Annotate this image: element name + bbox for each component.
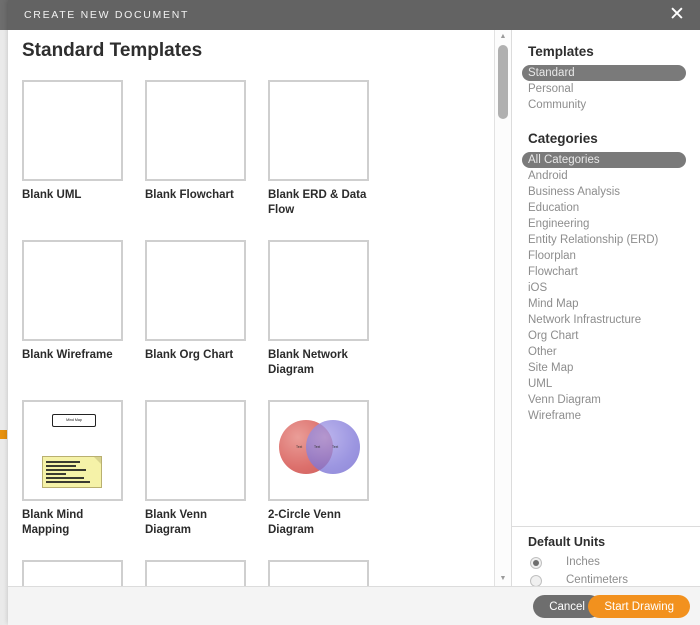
- template-card[interactable]: Mind Map Blank Mind Mapping: [22, 400, 123, 538]
- template-card[interactable]: Blank Flowchart: [145, 80, 246, 203]
- default-units-section: Default Units Inches Centimeters: [512, 527, 700, 587]
- sticky-note-text-line: [46, 473, 66, 475]
- category-other[interactable]: Other: [512, 344, 700, 360]
- sticky-note-text-line: [46, 469, 86, 471]
- template-label: Blank Org Chart: [145, 349, 234, 361]
- template-thumbnail[interactable]: [22, 80, 123, 181]
- template-source-personal[interactable]: Personal: [512, 81, 700, 97]
- template-source-community[interactable]: Community: [512, 97, 700, 113]
- default-units-title: Default Units: [528, 535, 606, 549]
- category-floorplan[interactable]: Floorplan: [512, 248, 700, 264]
- sticky-note-fold: [94, 457, 101, 464]
- scrollbar-thumb[interactable]: [498, 45, 508, 119]
- template-label: Blank Venn Diagram: [145, 509, 207, 536]
- category-all-categories[interactable]: All Categories: [522, 152, 686, 168]
- template-thumbnail[interactable]: [268, 80, 369, 181]
- dialog-footer: Cancel Start Drawing: [8, 586, 700, 625]
- category-ios[interactable]: iOS: [512, 280, 700, 296]
- categories-heading: Categories: [528, 131, 598, 146]
- category-business-analysis[interactable]: Business Analysis: [512, 184, 700, 200]
- sidebar-scroll-area: Templates Standard Personal Community Cate…: [512, 30, 700, 527]
- start-drawing-button[interactable]: Start Drawing: [588, 595, 690, 618]
- template-card[interactable]: [22, 560, 123, 586]
- template-card[interactable]: Blank UML: [22, 80, 123, 203]
- template-thumbnail[interactable]: [268, 560, 369, 586]
- page-title: Standard Templates: [22, 40, 203, 61]
- template-thumbnail[interactable]: [22, 240, 123, 341]
- close-icon[interactable]: ✕: [664, 0, 690, 30]
- category-list: All Categories Android Business Analysis Ed…: [512, 152, 700, 424]
- radio-inches-label: Inches: [566, 556, 600, 568]
- category-education[interactable]: Education: [512, 200, 700, 216]
- dialog-body: Standard Templates Blank UML Blank Flowch…: [8, 30, 700, 625]
- category-org-chart[interactable]: Org Chart: [512, 328, 700, 344]
- template-card[interactable]: Blank Wireframe: [22, 240, 123, 363]
- venn-label-right: Text: [332, 445, 339, 449]
- category-site-map[interactable]: Site Map: [512, 360, 700, 376]
- sticky-note-text-line: [46, 477, 84, 479]
- template-card[interactable]: Text Text Text 2-Circle Venn Diagram: [268, 400, 369, 538]
- dialog-title: CREATE NEW DOCUMENT: [24, 9, 190, 21]
- gallery-scrollbar[interactable]: ▲ ▼: [494, 30, 511, 586]
- sticky-note-text-line: [46, 461, 80, 463]
- category-engineering[interactable]: Engineering: [512, 216, 700, 232]
- template-card[interactable]: Blank Network Diagram: [268, 240, 369, 378]
- template-label: Blank Flowchart: [145, 189, 234, 201]
- template-card[interactable]: Blank Venn Diagram: [145, 400, 246, 538]
- category-venn-diagram[interactable]: Venn Diagram: [512, 392, 700, 408]
- category-network-infrastructure[interactable]: Network Infrastructure: [512, 312, 700, 328]
- template-label: 2-Circle Venn Diagram: [268, 509, 341, 536]
- template-label: Blank Wireframe: [22, 349, 113, 361]
- template-gallery: Standard Templates Blank UML Blank Flowch…: [8, 30, 494, 586]
- radio-inches[interactable]: [530, 557, 542, 569]
- template-label: Blank Network Diagram: [268, 349, 348, 376]
- template-thumbnail[interactable]: [22, 560, 123, 586]
- venn-label-left: Text: [296, 445, 303, 449]
- background-app-accent: [0, 430, 7, 439]
- template-label: Blank Mind Mapping: [22, 509, 84, 536]
- sticky-note-text-line: [46, 481, 90, 483]
- sticky-note-text-line: [46, 465, 76, 467]
- template-gallery-panel: Standard Templates Blank UML Blank Flowch…: [8, 30, 512, 586]
- template-thumbnail[interactable]: [145, 400, 246, 501]
- template-source-standard[interactable]: Standard: [522, 65, 686, 81]
- template-thumbnail[interactable]: [145, 240, 246, 341]
- template-label: Blank ERD & Data Flow: [268, 189, 367, 216]
- sticky-note-icon: [42, 456, 102, 488]
- template-label: Blank UML: [22, 189, 82, 201]
- template-card[interactable]: [268, 560, 369, 586]
- create-new-document-dialog: CREATE NEW DOCUMENT ✕ Standard Templates…: [8, 0, 700, 625]
- category-mind-map[interactable]: Mind Map: [512, 296, 700, 312]
- venn-label-center: Text: [314, 445, 321, 449]
- category-wireframe[interactable]: Wireframe: [512, 408, 700, 424]
- background-app-titlebar: [0, 0, 8, 30]
- scroll-up-icon[interactable]: ▲: [495, 30, 511, 44]
- category-flowchart[interactable]: Flowchart: [512, 264, 700, 280]
- category-uml[interactable]: UML: [512, 376, 700, 392]
- category-android[interactable]: Android: [512, 168, 700, 184]
- templates-heading: Templates: [528, 44, 594, 59]
- radio-centimeters-label: Centimeters: [566, 574, 628, 586]
- template-thumbnail[interactable]: [145, 560, 246, 586]
- category-entity-relationship-erd[interactable]: Entity Relationship (ERD): [512, 232, 700, 248]
- template-thumbnail[interactable]: Text Text Text: [268, 400, 369, 501]
- sidebar: Templates Standard Personal Community Cate…: [512, 30, 700, 625]
- template-thumbnail[interactable]: [268, 240, 369, 341]
- template-card[interactable]: [145, 560, 246, 586]
- template-source-list: Standard Personal Community: [512, 65, 700, 113]
- template-thumbnail[interactable]: [145, 80, 246, 181]
- dialog-titlebar: CREATE NEW DOCUMENT ✕: [8, 0, 700, 30]
- mind-map-node: Mind Map: [52, 414, 96, 427]
- scroll-down-icon[interactable]: ▼: [495, 572, 511, 586]
- template-thumbnail[interactable]: Mind Map: [22, 400, 123, 501]
- template-card[interactable]: Blank ERD & Data Flow: [268, 80, 369, 218]
- template-card[interactable]: Blank Org Chart: [145, 240, 246, 363]
